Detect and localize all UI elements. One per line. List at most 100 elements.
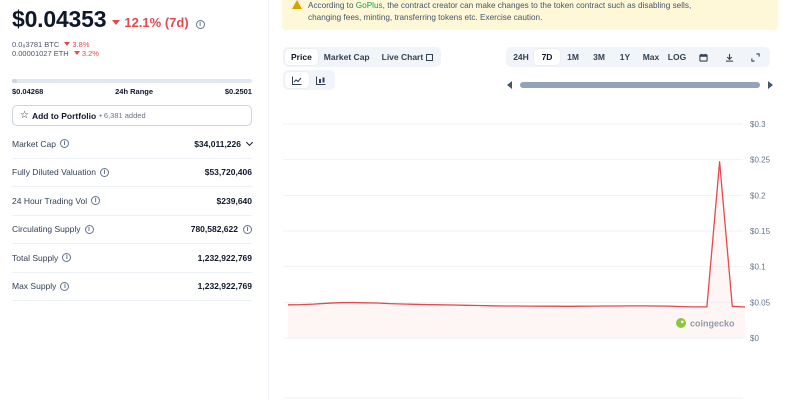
price-chart[interactable]: $0.3 $0.25 $0.2 $0.15 $0.1 $0.05 $0 coingecko: [283, 108, 783, 400]
log-scale-toggle[interactable]: LOG: [664, 49, 690, 65]
scroll-left-arrow[interactable]: [507, 81, 512, 89]
range-bar-fill: [12, 79, 17, 83]
price-line: [287, 161, 746, 308]
fullscreen-button[interactable]: [742, 49, 768, 65]
eth-price: 0.00001027 ETH: [12, 49, 69, 58]
y-tick-label: $0.2: [750, 191, 766, 200]
chart-type-tabs: Price Market Cap Live Chart: [283, 47, 442, 67]
line-chart-icon: [292, 76, 302, 85]
stat-circulating-supply: Circulating Supply i 780,582,622 i: [12, 216, 252, 244]
warning-prefix: According to: [308, 1, 356, 10]
info-icon[interactable]: i: [91, 196, 101, 206]
tab-price[interactable]: Price: [285, 49, 318, 65]
portfolio-added-text: 6,381 added: [103, 111, 146, 120]
range-label: 24h Range: [115, 87, 154, 96]
y-tick-label: $0.3: [750, 120, 766, 129]
y-tick-label: $0.05: [750, 298, 771, 307]
price-change-7d-value: 12.1% (7d): [124, 15, 189, 30]
coin-overview-panel: $0.04353 12.1% (7d) i 0.0₈3781 BTC 3.8% …: [0, 0, 264, 400]
down-triangle-icon: [64, 42, 71, 46]
warning-line-1: According to GoPlus, the contract creato…: [308, 0, 768, 12]
stat-value: 780,582,622: [190, 224, 238, 235]
stat-label: Circulating Supply: [12, 224, 81, 235]
range-max[interactable]: Max: [638, 49, 664, 65]
stat-value: $53,720,406: [204, 167, 252, 178]
portfolio-added-count: • 6,381 added: [99, 111, 146, 120]
stat-value: $239,640: [216, 195, 252, 206]
market-cap-dropdown[interactable]: $34,011,226: [194, 138, 254, 149]
warning-icon: [292, 0, 302, 9]
stat-market-cap: Market Cap i $34,011,226: [12, 130, 254, 159]
stat-fdv: Fully Diluted Valuation i $53,720,406: [12, 159, 252, 187]
candlestick-icon: [316, 76, 326, 85]
btc-price: 0.0₈3781 BTC: [12, 40, 60, 49]
range-labels: $0.04268 24h Range $0.2501: [12, 87, 252, 96]
stat-label: 24 Hour Trading Vol: [12, 195, 88, 206]
range-1y[interactable]: 1Y: [612, 49, 638, 65]
range-bar: [12, 79, 252, 83]
coingecko-wordmark: coingecko: [690, 319, 735, 329]
current-price: $0.04353: [12, 6, 107, 32]
eth-price-line: 0.00001027 ETH 3.2%: [12, 49, 99, 58]
download-button[interactable]: [716, 49, 742, 65]
chart-range-scrollbar[interactable]: [520, 82, 760, 88]
tab-live-chart-label: Live Chart: [381, 52, 424, 62]
range-high: $0.2501: [224, 87, 252, 96]
info-icon[interactable]: i: [243, 224, 252, 234]
calendar-button[interactable]: [690, 49, 716, 65]
btc-change-value: 3.8%: [72, 40, 90, 49]
expand-icon: [750, 52, 760, 62]
tab-market-cap[interactable]: Market Cap: [318, 49, 376, 65]
star-icon: ☆: [20, 110, 29, 121]
range-7d[interactable]: 7D: [534, 49, 560, 65]
download-icon: [725, 53, 733, 62]
add-to-portfolio-label: Add to Portfolio: [31, 110, 97, 121]
add-to-portfolio-button[interactable]: ☆ Add to Portfolio • 6,381 added: [12, 105, 252, 126]
panel-divider: [268, 0, 269, 400]
stat-total-supply: Total Supply i 1,232,922,769: [12, 244, 252, 273]
range-low: $0.04268: [12, 87, 44, 96]
stat-max-supply: Max Supply i 1,232,922,769: [12, 273, 252, 301]
btc-change: 3.8%: [64, 40, 90, 49]
stat-trading-volume: 24 Hour Trading Vol i $239,640: [12, 187, 252, 216]
y-tick-label: $0.1: [750, 263, 766, 272]
external-link-icon: [426, 53, 434, 61]
range-24h[interactable]: 24H: [508, 49, 534, 65]
tab-live-chart[interactable]: Live Chart: [376, 49, 440, 65]
warning-line-2: changing fees, minting, transferring tok…: [308, 12, 543, 22]
price-area-fill: [288, 161, 745, 338]
y-tick-label: $0.15: [750, 227, 771, 236]
chevron-down-icon: [245, 138, 254, 146]
stat-label: Market Cap: [12, 138, 56, 149]
range-3m[interactable]: 3M: [586, 49, 612, 65]
stat-label: Fully Diluted Valuation: [12, 167, 96, 178]
time-range-tabs: 24H 7D 1M 3M 1Y Max LOG: [506, 47, 770, 67]
chart-style-toggle: [283, 70, 335, 90]
stat-value: $34,011,226: [194, 138, 241, 149]
eth-change: 3.2%: [73, 49, 99, 58]
price-change-7d: 12.1% (7d): [112, 15, 189, 30]
stat-value: 1,232,922,769: [197, 281, 252, 292]
btc-price-line: 0.0₈3781 BTC 3.8%: [12, 40, 90, 49]
info-icon[interactable]: i: [60, 281, 70, 291]
line-chart-button[interactable]: [285, 72, 309, 88]
price-row: $0.04353 12.1% (7d) i: [12, 6, 205, 33]
coingecko-logo-eye: [681, 320, 684, 324]
coingecko-logo-icon: [676, 318, 686, 328]
info-icon[interactable]: i: [59, 139, 69, 149]
info-icon[interactable]: i: [99, 167, 109, 177]
info-icon[interactable]: i: [195, 20, 205, 29]
y-tick-label: $0.25: [750, 156, 771, 165]
stats-list: Market Cap i $34,011,226 Fully Diluted Va…: [12, 130, 254, 301]
stat-label: Total Supply: [12, 252, 59, 263]
calendar-icon: [698, 53, 708, 62]
range-1m[interactable]: 1M: [560, 49, 586, 65]
info-icon[interactable]: i: [84, 224, 94, 234]
info-icon[interactable]: i: [62, 253, 72, 263]
stat-value: 1,232,922,769: [197, 252, 252, 263]
candlestick-chart-button[interactable]: [309, 72, 333, 88]
goplus-link[interactable]: GoPlus: [356, 1, 383, 10]
eth-change-value: 3.2%: [81, 49, 99, 58]
down-triangle-icon: [73, 51, 80, 55]
scroll-right-arrow[interactable]: [768, 81, 773, 89]
